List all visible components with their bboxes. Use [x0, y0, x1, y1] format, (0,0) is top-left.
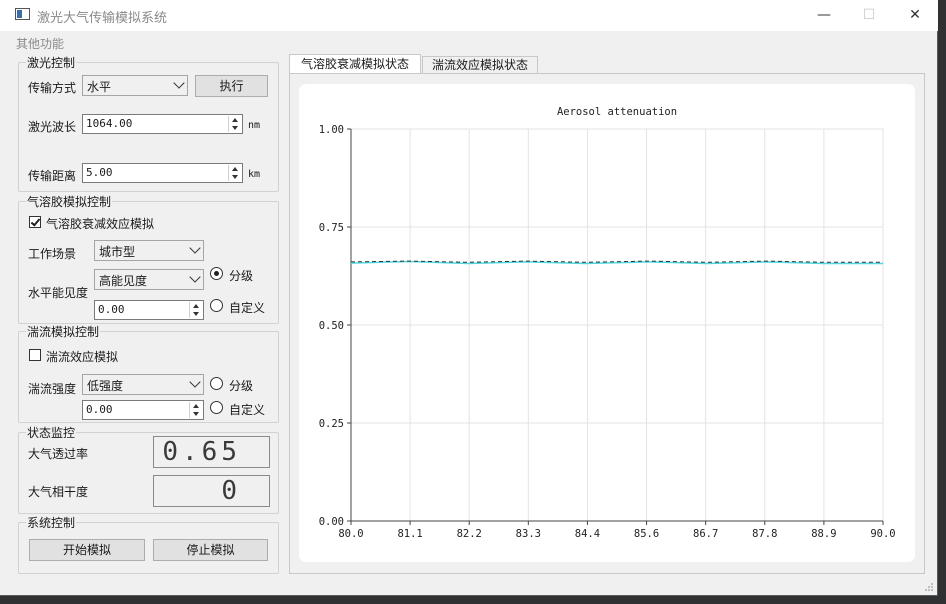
- minimize-button[interactable]: —: [801, 0, 847, 31]
- visibility-graded-label[interactable]: 分级: [229, 267, 253, 284]
- transmission-mode-value: 水平: [87, 80, 112, 94]
- menu-bar: 其他功能: [0, 31, 938, 52]
- visibility-label: 水平能见度: [28, 286, 89, 300]
- coherence-display: 0: [153, 475, 270, 507]
- x-tick-label: 86.7: [693, 528, 718, 540]
- chevron-down-icon: [173, 77, 185, 89]
- y-tick-label: 0.50: [319, 320, 344, 332]
- chevron-down-icon: [189, 376, 201, 388]
- turbulence-graded-radio[interactable]: [210, 377, 223, 390]
- wavelength-spinbox[interactable]: 1064.00: [82, 114, 243, 134]
- transmittance-display: 0.65: [153, 436, 270, 468]
- visibility-custom-radio[interactable]: [210, 299, 223, 312]
- aerosol-enable-label[interactable]: 气溶胶衰减效应模拟: [46, 215, 154, 232]
- system-control-legend: 系统控制: [27, 516, 76, 530]
- turbulence-custom-label[interactable]: 自定义: [229, 401, 265, 418]
- main-window: 激光大气传输模拟系统 — ☐ ✕ 其他功能 激光控制 传输方式 水平 执行 激光…: [0, 0, 938, 596]
- turbulence-control-legend: 湍流模拟控制: [27, 325, 100, 339]
- transmission-mode-select[interactable]: 水平: [82, 75, 188, 96]
- chevron-down-icon: [189, 271, 201, 283]
- x-tick-label: 82.2: [457, 528, 482, 540]
- turbulence-custom-radio[interactable]: [210, 401, 223, 414]
- visibility-graded-radio[interactable]: [210, 267, 223, 280]
- aerosol-control-legend: 气溶胶模拟控制: [27, 195, 112, 209]
- turbulence-graded-label[interactable]: 分级: [229, 377, 253, 394]
- turbulence-strength-select[interactable]: 低强度: [82, 374, 204, 395]
- title-bar[interactable]: 激光大气传输模拟系统 — ☐ ✕: [0, 0, 938, 31]
- maximize-button[interactable]: ☐: [846, 0, 892, 31]
- turbulence-strength-value: 低强度: [87, 379, 124, 393]
- scene-value: 城市型: [99, 245, 136, 259]
- window-title: 激光大气传输模拟系统: [37, 11, 168, 26]
- x-tick-label: 84.4: [575, 528, 600, 540]
- x-tick-label: 80.0: [338, 528, 363, 540]
- menu-other-functions[interactable]: 其他功能: [16, 35, 64, 52]
- x-tick-label: 83.3: [516, 528, 541, 540]
- laser-control-legend: 激光控制: [27, 56, 76, 70]
- spin-arrows-icon[interactable]: [228, 165, 241, 181]
- x-tick-label: 87.8: [752, 528, 777, 540]
- chevron-down-icon: [189, 242, 201, 254]
- chart-container: 80.0 81.1 82.2 83.3 84.4 85.6 86.7 87.8 88.9 90.0…: [299, 84, 915, 562]
- tab-pane: 80.0 81.1 82.2 83.3 84.4 85.6 86.7 87.8 88.9 90.0…: [289, 73, 925, 574]
- x-tick-label: 81.1: [397, 528, 422, 540]
- x-tick-label: 85.6: [634, 528, 659, 540]
- spin-arrows-icon[interactable]: [189, 402, 202, 418]
- scene-label: 工作场景: [28, 247, 77, 261]
- turbulence-strength-label: 湍流强度: [28, 382, 77, 396]
- spin-arrows-icon[interactable]: [189, 302, 202, 318]
- y-tick-label: 0.00: [319, 516, 344, 528]
- y-tick-label: 0.25: [319, 418, 344, 430]
- scene-select[interactable]: 城市型: [94, 240, 204, 261]
- turbulence-enable-label[interactable]: 湍流效应模拟: [46, 348, 118, 365]
- stop-simulation-button[interactable]: 停止模拟: [153, 539, 268, 561]
- close-button[interactable]: ✕: [892, 0, 938, 31]
- y-tick-label: 0.75: [319, 222, 344, 234]
- visibility-custom-label[interactable]: 自定义: [229, 299, 265, 316]
- transmittance-label: 大气透过率: [28, 447, 89, 461]
- wavelength-unit: nm: [248, 120, 261, 131]
- distance-label: 传输距离: [28, 169, 77, 183]
- start-simulation-button[interactable]: 开始模拟: [29, 539, 145, 561]
- y-tick-label: 1.00: [319, 124, 344, 136]
- x-tick-label: 90.0: [870, 528, 895, 540]
- distance-value: 5.00: [86, 166, 113, 179]
- chart-title: Aerosol attenuation: [557, 106, 677, 118]
- distance-unit: km: [248, 169, 261, 180]
- wavelength-label: 激光波长: [28, 120, 77, 134]
- status-monitor-legend: 状态监控: [27, 426, 76, 440]
- spin-arrows-icon[interactable]: [228, 116, 241, 132]
- visibility-custom-spinbox[interactable]: 0.00: [94, 300, 204, 320]
- distance-spinbox[interactable]: 5.00: [82, 163, 243, 183]
- x-tick-label: 88.9: [811, 528, 836, 540]
- transmission-mode-label: 传输方式: [28, 81, 77, 95]
- tab-aerosol-status[interactable]: 气溶胶衰减模拟状态: [289, 54, 421, 74]
- visibility-custom-value: 0.00: [98, 303, 125, 316]
- turbulence-enable-checkbox[interactable]: [29, 349, 41, 361]
- turbulence-custom-value: 0.00: [86, 403, 113, 416]
- coherence-label: 大气相干度: [28, 485, 89, 499]
- execute-button[interactable]: 执行: [195, 75, 268, 97]
- turbulence-custom-spinbox[interactable]: 0.00: [82, 400, 204, 420]
- aerosol-enable-checkbox[interactable]: [29, 216, 41, 228]
- visibility-value: 高能见度: [99, 274, 148, 288]
- tab-turbulence-status[interactable]: 湍流效应模拟状态: [422, 56, 538, 73]
- app-icon: [15, 8, 30, 20]
- wavelength-value: 1064.00: [86, 117, 133, 130]
- visibility-select[interactable]: 高能见度: [94, 269, 204, 290]
- resize-grip-icon[interactable]: [924, 582, 934, 592]
- aerosol-chart: 80.0 81.1 82.2 83.3 84.4 85.6 86.7 87.8 88.9 90.0…: [319, 106, 896, 540]
